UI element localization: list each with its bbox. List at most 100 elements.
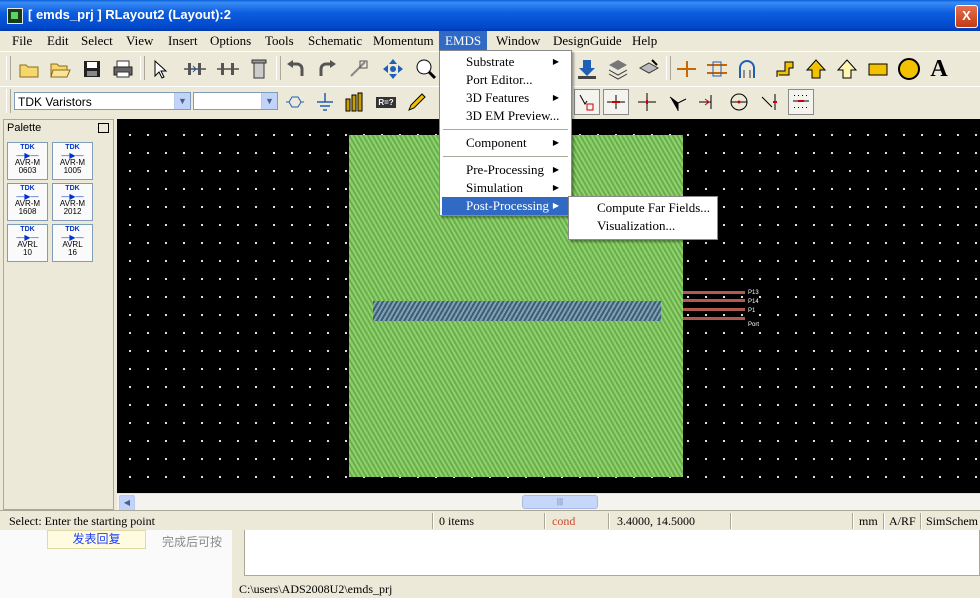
r-component-label: R=? (376, 96, 396, 108)
port-label: P13 (748, 290, 759, 296)
crosshair-icon[interactable] (726, 89, 752, 115)
port-label: P1 (748, 308, 756, 314)
menu-item-port-editor[interactable]: Port Editor... (442, 71, 569, 89)
polyline-icon[interactable] (772, 56, 798, 82)
redo-icon[interactable] (314, 56, 340, 82)
status-item-count: 0 items (439, 514, 474, 528)
insert-pin-icon[interactable] (215, 56, 241, 82)
toolbar-grip[interactable] (6, 56, 11, 80)
route-icon[interactable] (735, 56, 761, 82)
submenu-arrow-icon: ▶ (552, 93, 559, 102)
palette-item-size: 0603 (18, 166, 37, 175)
diamond-icon[interactable] (834, 56, 860, 82)
chevron-down-icon[interactable]: ▼ (261, 93, 277, 109)
menu-item-3d-em-preview[interactable]: 3D EM Preview... (442, 107, 569, 125)
print-icon[interactable] (110, 56, 136, 82)
title-bar[interactable]: [ emds_prj ] RLayout2 (Layout):2 X (0, 0, 980, 31)
menu-view[interactable]: View (120, 31, 159, 51)
menu-item-visualization[interactable]: Visualization... (571, 217, 715, 235)
toolbar-grip[interactable] (666, 56, 671, 80)
menu-item-compute-far-fields[interactable]: Compute Far Fields... (571, 199, 715, 217)
background-panel (244, 530, 980, 576)
ground-icon[interactable] (312, 89, 338, 115)
palette-item-avr-m-1608[interactable]: TDK —▶— AVR-M 1608 (7, 183, 48, 221)
palette-item-avrl-16[interactable]: TDK —▶— AVRL 16 (52, 224, 93, 262)
chevron-down-icon[interactable]: ▼ (174, 93, 190, 109)
post-processing-submenu: Compute Far Fields... Visualization... (568, 196, 718, 240)
component-library-select[interactable]: TDK Varistors ▼ (14, 92, 191, 110)
component-bars-icon[interactable] (342, 89, 368, 115)
edge-icon[interactable] (757, 89, 783, 115)
menu-select[interactable]: Select (75, 31, 119, 51)
menu-schematic[interactable]: Schematic (302, 31, 368, 51)
menu-item-substrate[interactable]: Substrate ▶ (442, 53, 569, 71)
menu-options[interactable]: Options (204, 31, 257, 51)
move-icon[interactable] (380, 56, 406, 82)
toolbar-grip[interactable] (6, 89, 11, 113)
circle-icon[interactable] (896, 56, 922, 82)
transmission-line-strip[interactable] (373, 301, 661, 321)
align-icon[interactable] (704, 56, 730, 82)
menu-item-simulation[interactable]: Simulation ▶ (442, 179, 569, 197)
palette-float-icon[interactable] (98, 123, 109, 133)
pencil-icon[interactable] (404, 89, 430, 115)
menu-item-pre-processing[interactable]: Pre-Processing ▶ (442, 161, 569, 179)
tee-icon[interactable] (665, 89, 691, 115)
download-icon[interactable] (574, 56, 600, 82)
port-lead[interactable] (683, 299, 745, 302)
menu-item-3d-features[interactable]: 3D Features ▶ (442, 89, 569, 107)
stretch-icon[interactable] (346, 56, 372, 82)
delete-icon[interactable] (246, 56, 272, 82)
menu-tools[interactable]: Tools (259, 31, 300, 51)
scrollbar-thumb[interactable]: ||| (522, 495, 598, 509)
toolbar-grip[interactable] (276, 56, 281, 80)
palette-item-avr-m-0603[interactable]: TDK —▶— AVR-M 0603 (7, 142, 48, 180)
status-layer: cond (552, 514, 576, 528)
port-lead[interactable] (683, 317, 745, 320)
new-icon[interactable] (16, 56, 42, 82)
undo-icon[interactable] (283, 56, 309, 82)
menu-bar: File Edit Select View Insert Options Too… (0, 31, 980, 51)
close-button[interactable]: X (955, 5, 978, 28)
menu-edit[interactable]: Edit (41, 31, 75, 51)
palette-item-avr-m-1005[interactable]: TDK —▶— AVR-M 1005 (52, 142, 93, 180)
trace-icon[interactable] (673, 56, 699, 82)
arrow-icon[interactable] (803, 56, 829, 82)
horizontal-scrollbar[interactable]: ◀ ||| (117, 493, 980, 511)
port-lead[interactable] (683, 291, 745, 294)
menu-help[interactable]: Help (626, 31, 663, 51)
menu-momentum[interactable]: Momentum (367, 31, 440, 51)
menu-item-component[interactable]: Component ▶ (442, 134, 569, 152)
open-icon[interactable] (47, 56, 73, 82)
vertex-icon[interactable] (603, 89, 629, 115)
toolbar-grip[interactable] (140, 56, 145, 80)
menu-insert[interactable]: Insert (162, 31, 204, 51)
scroll-left-icon[interactable]: ◀ (119, 495, 135, 511)
menu-file[interactable]: File (6, 31, 38, 51)
select-pointer-icon[interactable] (147, 56, 173, 82)
text-icon[interactable]: A (926, 56, 952, 82)
cross-icon[interactable] (634, 89, 660, 115)
menu-separator (443, 129, 568, 130)
menu-designguide[interactable]: DesignGuide (547, 31, 628, 51)
r-component-icon[interactable]: R=? (373, 89, 399, 115)
snap-icon[interactable] (574, 89, 600, 115)
save-icon[interactable] (79, 56, 105, 82)
insert-port-icon[interactable] (182, 56, 208, 82)
hexagon-icon[interactable] (282, 89, 308, 115)
menu-item-post-processing[interactable]: Post-Processing ▶ (442, 197, 569, 215)
menu-window[interactable]: Window (490, 31, 546, 51)
grid-snap-icon[interactable] (788, 89, 814, 115)
layers-stack-icon[interactable] (605, 56, 631, 82)
endpoint-icon[interactable] (695, 89, 721, 115)
component-select[interactable]: ▼ (193, 92, 278, 110)
layer-edit-icon[interactable] (636, 56, 662, 82)
app-icon[interactable] (7, 8, 23, 24)
rectangle-icon[interactable] (865, 56, 891, 82)
post-reply-button[interactable]: 发表回复 (47, 530, 146, 549)
zoom-area-icon[interactable] (413, 56, 439, 82)
port-lead[interactable] (683, 308, 745, 311)
palette-item-avrl-10[interactable]: TDK —▶— AVRL 10 (7, 224, 48, 262)
palette-item-avr-m-2012[interactable]: TDK —▶— AVR-M 2012 (52, 183, 93, 221)
menu-emds[interactable]: EMDS (439, 31, 488, 51)
